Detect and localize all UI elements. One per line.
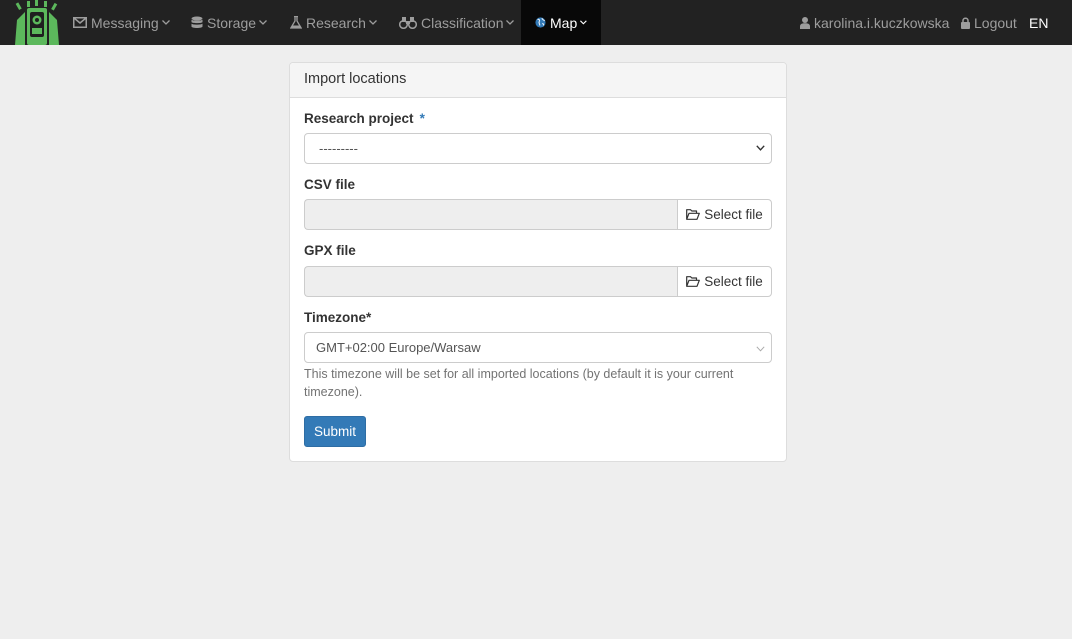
- gpx-select-file-label: Select file: [704, 274, 763, 289]
- gpx-select-file-button[interactable]: Select file: [677, 266, 772, 297]
- folder-open-icon: [686, 276, 701, 287]
- nav-user-profile[interactable]: karolina.i.kuczkowska: [800, 0, 949, 45]
- chevron-down-icon: [259, 20, 268, 25]
- chevron-down-icon: [756, 346, 765, 352]
- csv-file-input: Select file: [304, 199, 772, 230]
- timezone-select[interactable]: GMT+02:00 Europe/Warsaw: [304, 332, 772, 363]
- top-navbar: Messaging Storage Research Classificatio…: [0, 0, 1072, 45]
- app-logo[interactable]: [13, 0, 61, 45]
- chevron-down-icon: [368, 20, 377, 25]
- user-icon: [800, 16, 810, 29]
- nav-map[interactable]: Map: [521, 0, 601, 45]
- csv-file-label: CSV file: [304, 177, 356, 192]
- nav-username: karolina.i.kuczkowska: [814, 14, 950, 31]
- required-marker: *: [419, 111, 425, 126]
- import-locations-panel: Import locations Research project * -----…: [289, 62, 787, 462]
- chevron-down-icon: [580, 20, 587, 25]
- nav-storage-label: Storage: [207, 14, 257, 31]
- nav-logout[interactable]: Logout: [961, 0, 1017, 45]
- research-project-label-text: Research project: [304, 111, 414, 126]
- research-project-value: ---------: [319, 141, 358, 156]
- nav-logout-label: Logout: [974, 14, 1017, 31]
- flask-icon: [290, 16, 302, 29]
- database-icon: [191, 16, 203, 28]
- research-project-label: Research project *: [304, 111, 425, 126]
- binoculars-icon: [399, 17, 417, 29]
- language-switcher[interactable]: EN: [1029, 0, 1048, 45]
- chevron-down-icon: [756, 145, 765, 151]
- lock-icon: [961, 17, 970, 29]
- research-project-select[interactable]: ---------: [304, 133, 772, 164]
- nav-classification[interactable]: Classification: [399, 0, 515, 45]
- timezone-label: Timezone*: [304, 310, 372, 325]
- timezone-help-text: This timezone will be set for all import…: [304, 367, 734, 399]
- nav-classification-label: Classification: [421, 14, 504, 31]
- panel-title: Import locations: [290, 63, 786, 98]
- timezone-value: GMT+02:00 Europe/Warsaw: [316, 340, 481, 355]
- gpx-file-input: Select file: [304, 266, 772, 297]
- chevron-down-icon: [161, 20, 170, 25]
- csv-select-file-button[interactable]: Select file: [677, 199, 772, 230]
- chevron-down-icon: [506, 20, 515, 25]
- csv-file-path[interactable]: [304, 199, 677, 230]
- nav-storage[interactable]: Storage: [191, 0, 268, 45]
- gpx-file-path[interactable]: [304, 266, 677, 297]
- envelope-icon: [73, 17, 87, 28]
- globe-icon: [535, 17, 546, 28]
- gpx-file-label: GPX file: [304, 243, 356, 258]
- submit-button[interactable]: Submit: [304, 416, 366, 447]
- nav-messaging-label: Messaging: [91, 14, 159, 31]
- csv-select-file-label: Select file: [704, 207, 763, 222]
- folder-open-icon: [686, 209, 701, 220]
- nav-map-label: Map: [550, 14, 578, 31]
- nav-research[interactable]: Research: [290, 0, 377, 45]
- nav-research-label: Research: [306, 14, 366, 31]
- nav-messaging[interactable]: Messaging: [73, 0, 170, 45]
- language-label: EN: [1029, 14, 1049, 31]
